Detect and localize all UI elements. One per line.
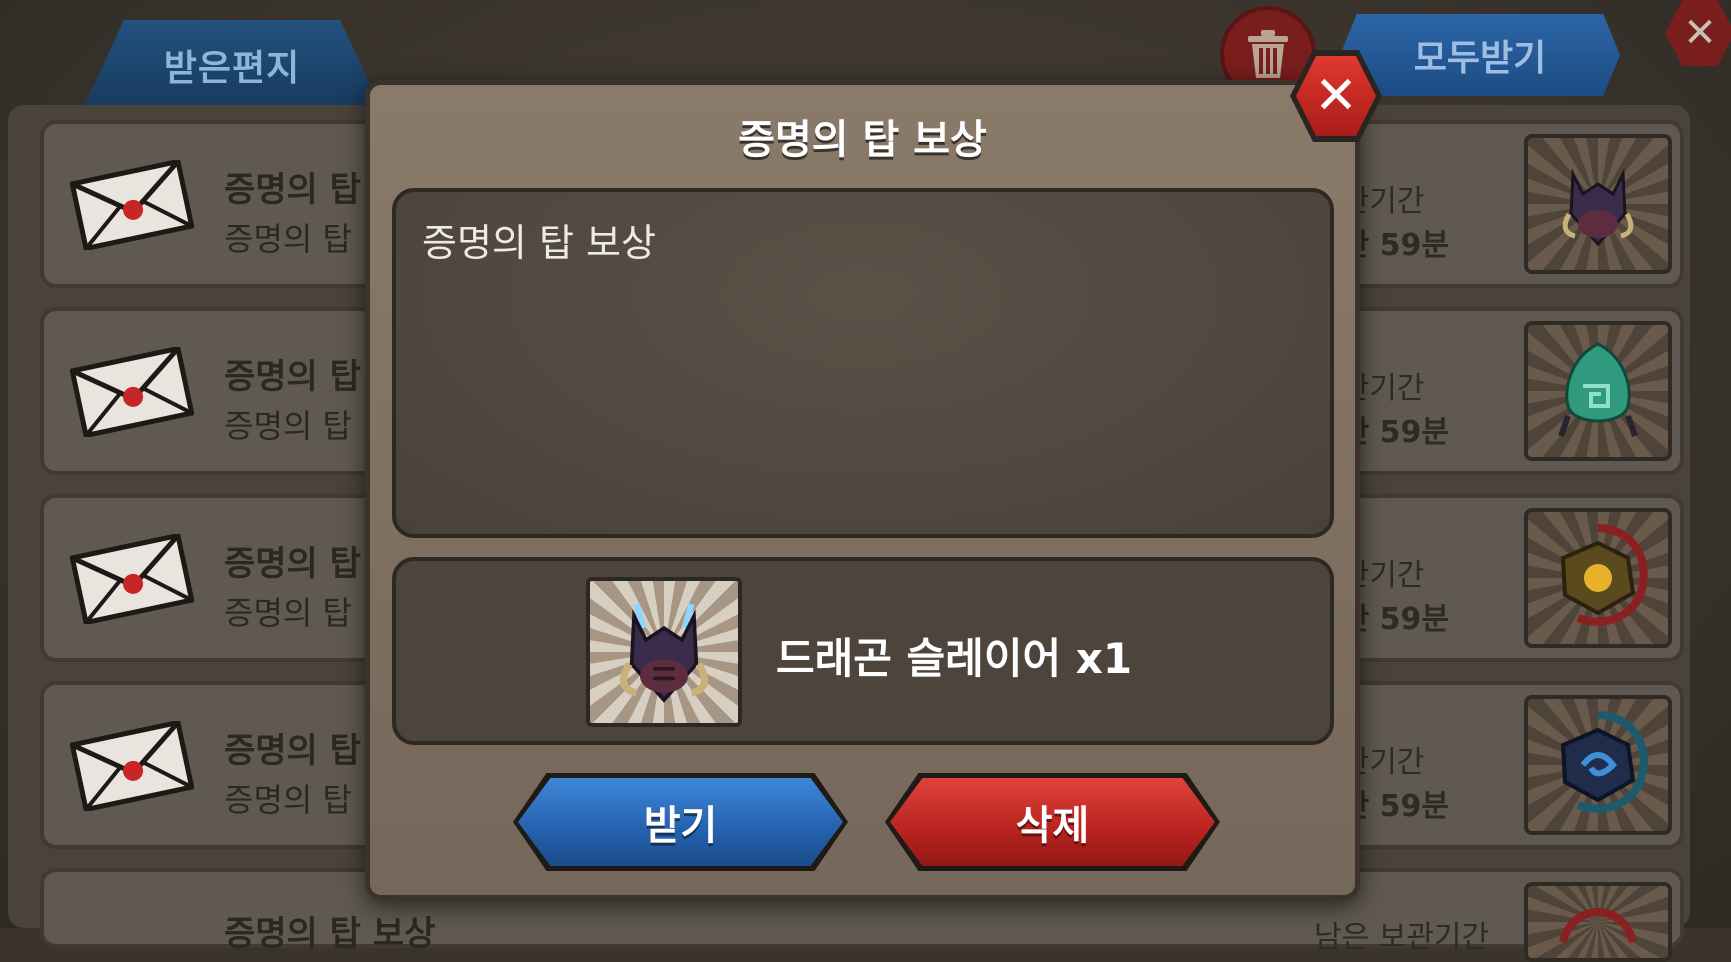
reward-box: 드래곤 슬레이어 x1	[392, 557, 1334, 745]
mail-title: 증명의 탑	[224, 357, 361, 397]
mail-item-slot	[1524, 695, 1672, 835]
envelope-icon	[70, 534, 194, 624]
dialog-message-box: 증명의 탑 보상	[392, 188, 1334, 538]
mail-item-slot	[1524, 882, 1672, 962]
mail-subtitle: 증명의 탑	[224, 407, 352, 445]
close-icon: ✕	[1296, 56, 1376, 136]
close-icon: ✕	[1683, 10, 1717, 56]
mail-title: 증명의 탑	[224, 170, 361, 210]
receive-button-label: 받기	[643, 803, 718, 849]
dragon-helmet-icon	[1562, 168, 1634, 247]
receive-all-label: 모두받기	[1413, 38, 1547, 79]
reward-name: 드래곤 슬레이어 x1	[776, 634, 1133, 683]
delete-button-label: 삭제	[1015, 803, 1090, 849]
envelope-icon	[70, 347, 194, 437]
gold-rune-icon	[1560, 524, 1648, 626]
reward-item-slot	[586, 577, 742, 727]
mail-title: 증명의 탑	[224, 731, 361, 771]
dialog-title: 증명의 탑 보상	[738, 117, 987, 163]
dialog-message: 증명의 탑 보상	[422, 221, 656, 265]
mail-item-slot	[1524, 321, 1672, 461]
tab-received-mail[interactable]: 받은편지	[82, 20, 382, 110]
mail-keep-label: 남은 보관기간	[1314, 920, 1490, 955]
green-egg-icon	[1558, 342, 1638, 437]
mail-title: 증명의 탑 보상	[224, 914, 436, 954]
envelope-icon	[70, 160, 194, 250]
mail-title: 증명의 탑	[224, 544, 361, 584]
trash-icon	[1248, 30, 1288, 78]
delete-button[interactable]: 삭제	[890, 778, 1215, 866]
blue-rune-icon	[1560, 711, 1648, 813]
receive-all-button[interactable]: 모두받기	[1340, 14, 1620, 96]
red-rune-icon	[1559, 908, 1637, 944]
reward-dialog: 증명의 탑 보상 증명의 탑 보상 드래곤 슬레이어 x1 받기 삭제	[365, 80, 1360, 900]
dragon-helmet-icon	[619, 603, 709, 703]
envelope-icon	[70, 721, 194, 811]
mail-item-slot	[1524, 134, 1672, 274]
receive-button[interactable]: 받기	[518, 778, 843, 866]
mail-subtitle: 증명의 탑	[224, 220, 352, 258]
mail-item-slot	[1524, 508, 1672, 648]
mail-subtitle: 증명의 탑	[224, 594, 352, 632]
mail-subtitle: 증명의 탑	[224, 781, 352, 819]
tab-received-mail-label: 받은편지	[163, 48, 301, 89]
